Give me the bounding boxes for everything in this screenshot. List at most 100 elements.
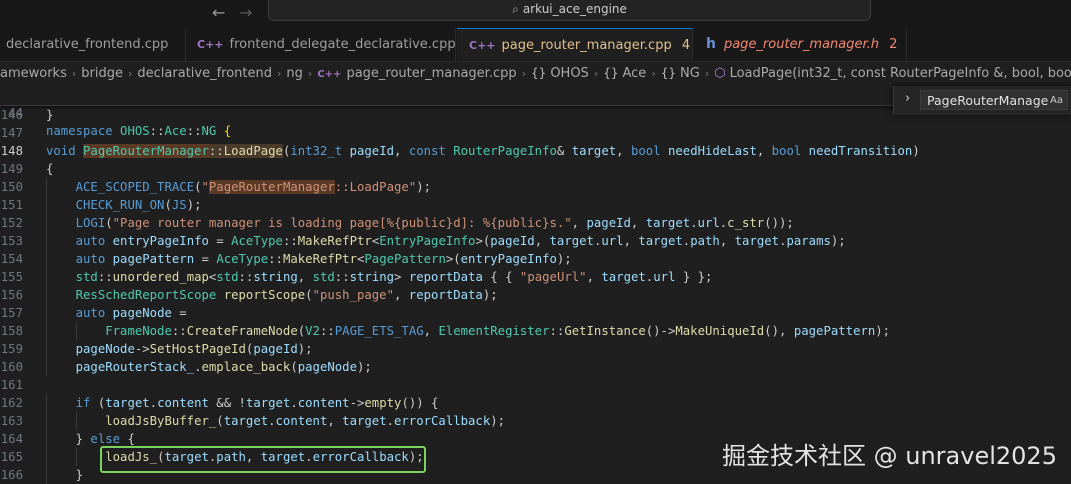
line-number: 150 [0, 180, 23, 194]
line-code: CHECK_RUN_ON(JS); [75, 198, 202, 212]
line-number: 44 [8, 106, 23, 120]
line-code: { [46, 162, 54, 176]
code-editor[interactable]: 44 namespace OHOS::Ace::NG { 146} 147 148 v… [0, 86, 1071, 484]
line-number: 161 [0, 378, 23, 392]
code-line[interactable]: 149 { [0, 160, 1071, 178]
namespace-icon: {} [603, 66, 619, 80]
line-number: 153 [0, 234, 23, 248]
cpp-file-icon: C++ [197, 38, 224, 51]
breadcrumb-item[interactable]: bridge [81, 66, 123, 81]
cpp-file-icon: C++ [317, 69, 342, 80]
find-input[interactable]: PageRouterManage Aa [920, 90, 1068, 110]
line-code: void PageRouterManager::LoadPage(int32_t… [46, 144, 920, 158]
line-number: 151 [0, 198, 23, 212]
code-line[interactable]: 150 ACE_SCOPED_TRACE("PageRouterManager:… [0, 178, 1071, 196]
code-line[interactable]: 155 std::unordered_map<std::string, std:… [0, 268, 1071, 286]
tab-label: page_router_manager.cpp [501, 38, 672, 53]
code-line[interactable]: 158 FrameNode::CreateFrameNode(V2::PAGE_… [0, 322, 1071, 340]
breadcrumb-item[interactable]: declarative_frontend [137, 66, 272, 81]
line-code: } [46, 468, 84, 482]
code-line[interactable]: 153 auto entryPageInfo = AceType::MakeRe… [0, 232, 1071, 250]
line-code: LOGI("Page router manager is loading pag… [75, 216, 794, 230]
breadcrumb-item[interactable]: ameworks [0, 66, 67, 81]
arrow-left-icon[interactable]: ← [212, 3, 225, 22]
tab-label: declarative_frontend.cpp [6, 37, 169, 52]
problems-badge: 2 [889, 37, 898, 52]
line-code: auto pagePattern = AceType::MakeRefPtr<P… [75, 252, 572, 266]
breadcrumb-file[interactable]: page_router_manager.cpp [346, 66, 516, 81]
breadcrumb-namespace[interactable]: Ace [623, 66, 647, 81]
sticky-line: namespace OHOS::Ace::NG { [46, 124, 232, 138]
line-code: ACE_SCOPED_TRACE("PageRouterManager::Loa… [75, 180, 432, 194]
code-line[interactable]: 152 LOGI("Page router manager is loading… [0, 214, 1071, 232]
chevron-right-icon: › [704, 67, 710, 80]
find-widget: › PageRouterManage Aa [893, 86, 1071, 115]
line-number: 152 [0, 216, 23, 230]
code-line[interactable]: 163 loadJsByBuffer_(target.content, targ… [0, 412, 1071, 430]
line-number: 156 [0, 288, 23, 302]
line-number: 165 [0, 450, 23, 464]
line-number: 163 [0, 414, 23, 428]
editor-tabs: declarative_frontend.cpp C++ frontend_del… [0, 28, 1071, 62]
code-line[interactable]: 160 pageRouterStack_.emplace_back(pageNo… [0, 358, 1071, 376]
method-icon: ⬡ [714, 66, 726, 81]
project-name: arkui_ace_engine [522, 2, 627, 16]
tab-declarative-frontend[interactable]: declarative_frontend.cpp [0, 28, 186, 61]
tab-page-router-manager-h[interactable]: h page_router_manager.h 2 [694, 28, 907, 61]
code-line[interactable]: 156 ResSchedReportScope reportScope("pus… [0, 286, 1071, 304]
code-line[interactable]: 159 pageNode->SetHostPageId(pageId); [0, 340, 1071, 358]
breadcrumb-namespace[interactable]: NG [680, 66, 700, 81]
line-number: 159 [0, 342, 23, 356]
line-code: loadJsByBuffer_(target.content, target.e… [105, 414, 506, 428]
code-line[interactable]: 157 auto pageNode = [0, 304, 1071, 322]
line-code: auto entryPageInfo = AceType::MakeRefPtr… [75, 234, 846, 248]
chevron-right-icon: › [651, 67, 656, 80]
search-icon: ⌕ [512, 2, 519, 16]
header-file-icon: h [706, 36, 716, 52]
code-line[interactable]: 154 auto pagePattern = AceType::MakeRefP… [0, 250, 1071, 268]
line-code: pageNode->SetHostPageId(pageId); [75, 342, 313, 356]
line-number: 160 [0, 360, 23, 374]
breadcrumb-item[interactable]: ng [286, 66, 303, 81]
code-line[interactable]: 151 CHECK_RUN_ON(JS); [0, 196, 1071, 214]
line-code: if (target.content && !target.content->e… [75, 396, 439, 410]
line-number: 162 [0, 396, 23, 410]
highlight-box [100, 446, 426, 473]
problems-badge: 4 [681, 38, 691, 53]
line-code: FrameNode::CreateFrameNode(V2::PAGE_ETS_… [105, 324, 891, 338]
chevron-right-icon: › [521, 67, 527, 80]
watermark: 掘金技术社区 @ unravel2025 [722, 442, 1057, 470]
tab-frontend-delegate[interactable]: C++ frontend_delegate_declarative.cpp [187, 28, 456, 61]
line-code: auto pageNode = [75, 306, 187, 320]
code-line[interactable]: 162 if (target.content && !target.conten… [0, 394, 1071, 412]
arrow-right-icon[interactable]: → [239, 3, 252, 22]
chevron-right-icon[interactable]: › [905, 91, 910, 106]
find-value: PageRouterManage [927, 93, 1049, 108]
namespace-icon: {} [531, 66, 547, 80]
title-bar: ← → ⌕ arkui_ace_engine [0, 0, 1071, 28]
breadcrumb-namespace[interactable]: OHOS [550, 66, 589, 81]
breadcrumb: ameworks › bridge › declarative_frontend › ng ›… [0, 62, 1071, 84]
line-number: 155 [0, 270, 23, 284]
code-line[interactable]: 161 [0, 376, 1071, 394]
chevron-right-icon: › [307, 67, 313, 80]
code-line[interactable]: 148 void PageRouterManager::LoadPage(int3… [0, 142, 1071, 160]
tab-page-router-manager-cpp[interactable]: C++ page_router_manager.cpp 4 [457, 28, 693, 60]
namespace-icon: {} [660, 66, 676, 80]
cpp-file-icon: C++ [469, 39, 496, 52]
match-case-button[interactable]: Aa [1050, 91, 1063, 109]
line-number: 164 [0, 432, 23, 446]
tab-label: frontend_delegate_declarative.cpp [229, 37, 456, 52]
chevron-right-icon: › [128, 67, 133, 80]
command-center[interactable]: ⌕ arkui_ace_engine [268, 0, 871, 21]
line-number: 154 [0, 252, 23, 266]
chevron-right-icon: › [277, 67, 282, 80]
line-code: ResSchedReportScope reportScope("push_pa… [75, 288, 498, 302]
chevron-right-icon: › [71, 67, 77, 80]
breadcrumb-method[interactable]: LoadPage(int32_t, const RouterPageInfo &… [730, 66, 1071, 81]
line-code: std::unordered_map<std::string, std::str… [75, 270, 713, 284]
chevron-right-icon: › [593, 67, 599, 80]
line-number: 149 [0, 162, 23, 176]
tab-label: page_router_manager.h [723, 37, 880, 52]
line-number: 157 [0, 306, 23, 320]
